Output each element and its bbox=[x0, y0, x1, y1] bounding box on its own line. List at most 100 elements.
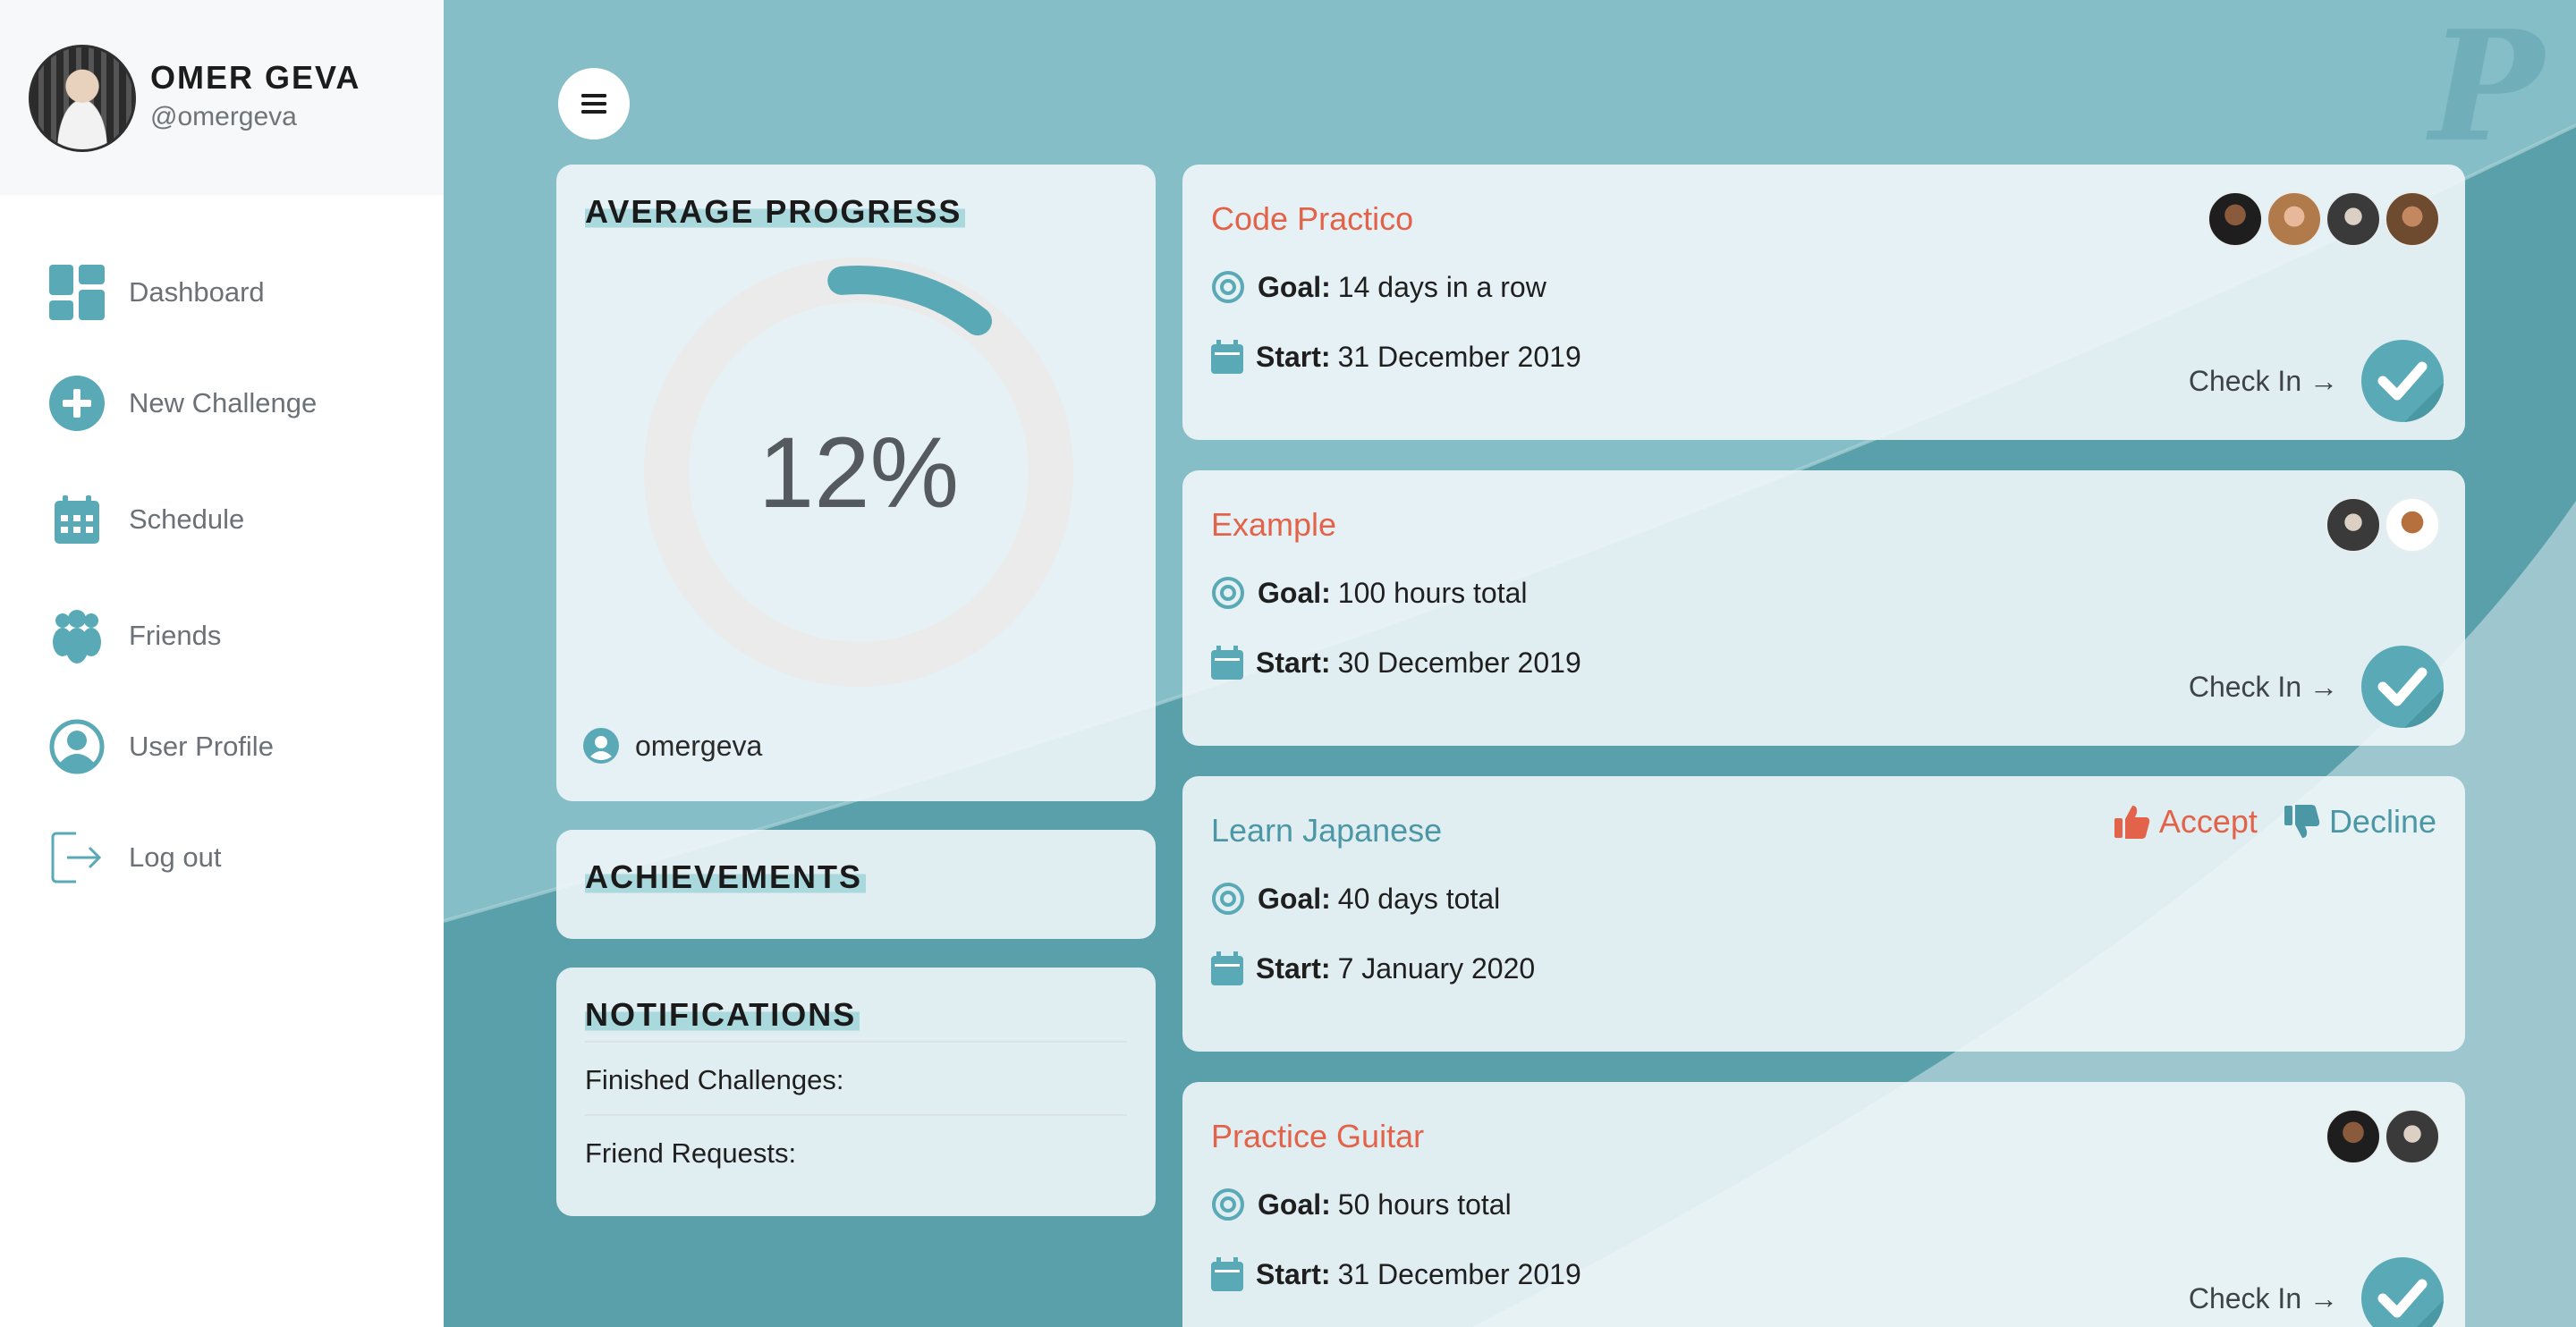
dashboard-icon bbox=[48, 264, 106, 321]
average-progress-heading: AVERAGE PROGRESS bbox=[585, 193, 966, 231]
check-in-label: Check In → bbox=[2188, 1281, 2338, 1314]
sidebar-item-label: User Profile bbox=[129, 731, 274, 762]
goal-value: 50 hours total bbox=[1337, 1188, 1512, 1221]
goal-label: Goal: bbox=[1258, 270, 1331, 303]
challenge-goal: Goal: 50 hours total bbox=[1211, 1188, 1512, 1221]
goal-value: 14 days in a row bbox=[1337, 270, 1546, 303]
member-avatar[interactable] bbox=[2385, 191, 2440, 247]
notifications-heading: NOTIFICATIONS bbox=[585, 996, 860, 1034]
challenge-start: Start: 31 December 2019 bbox=[1211, 1257, 1581, 1291]
sidebar-item-label: New Challenge bbox=[129, 387, 318, 418]
thumbs-up-icon bbox=[2114, 806, 2150, 839]
finished-challenges-row: Finished Challenges: bbox=[585, 1041, 1127, 1096]
challenge-goal: Goal: 40 days total bbox=[1211, 882, 1500, 916]
challenge-start: Start: 31 December 2019 bbox=[1211, 340, 1581, 374]
challenge-members bbox=[2204, 191, 2440, 247]
target-icon bbox=[1212, 577, 1244, 609]
goal-value: 40 days total bbox=[1337, 882, 1501, 915]
check-in-button[interactable]: Check In → bbox=[2189, 1257, 2444, 1327]
sidebar-item-new-challenge[interactable]: New Challenge bbox=[0, 363, 444, 444]
menu-button[interactable] bbox=[558, 68, 630, 139]
progress-owner-name: omergeva bbox=[635, 729, 763, 762]
calendar-icon bbox=[48, 491, 106, 548]
calendar-icon bbox=[1211, 1257, 1243, 1291]
invite-actions: Accept Decline bbox=[2088, 803, 2436, 841]
sidebar-item-user-profile[interactable]: User Profile bbox=[0, 706, 444, 787]
start-label: Start: bbox=[1256, 951, 1331, 985]
challenge-title[interactable]: Practice Guitar bbox=[1211, 1118, 1424, 1155]
target-icon bbox=[1212, 883, 1244, 915]
check-in-button[interactable]: Check In → bbox=[2189, 340, 2444, 422]
start-value: 30 December 2019 bbox=[1337, 646, 1581, 679]
sidebar-item-dashboard[interactable]: Dashboard bbox=[0, 252, 444, 333]
calendar-icon bbox=[1211, 646, 1243, 680]
profile-header: OMER GEVA @omergeva bbox=[0, 0, 444, 195]
main-content: P AVERAGE PROGRESS 12% omergeva ACHIEVEM… bbox=[444, 0, 2576, 1327]
decline-label: Decline bbox=[2328, 803, 2436, 840]
sidebar-item-friends[interactable]: Friends bbox=[0, 596, 444, 676]
goal-label: Goal: bbox=[1258, 882, 1331, 915]
sidebar: OMER GEVA @omergeva Dashboard New Challe… bbox=[0, 0, 444, 1327]
calendar-icon bbox=[1211, 951, 1243, 985]
friend-requests-label: Friend Requests: bbox=[585, 1137, 797, 1169]
challenge-goal: Goal: 100 hours total bbox=[1211, 576, 1527, 610]
start-label: Start: bbox=[1256, 340, 1331, 373]
friends-icon bbox=[48, 607, 106, 664]
target-icon bbox=[1212, 271, 1244, 303]
progress-owner: omergeva bbox=[583, 728, 762, 764]
member-avatar[interactable] bbox=[2326, 1109, 2381, 1164]
challenge-invite-card: Learn Japanese Accept Decline Goal: 40 da… bbox=[1182, 776, 2465, 1052]
challenge-card: Code Practico Goal: 14 days in a row Star… bbox=[1182, 165, 2465, 440]
challenge-title[interactable]: Example bbox=[1211, 506, 1336, 544]
decline-button[interactable]: Decline bbox=[2284, 803, 2436, 841]
profile-handle: @omergeva bbox=[150, 102, 297, 131]
check-in-button[interactable]: Check In → bbox=[2189, 646, 2444, 728]
challenge-goal: Goal: 14 days in a row bbox=[1211, 270, 1546, 304]
thumbs-down-icon bbox=[2284, 805, 2320, 838]
member-avatar[interactable] bbox=[2385, 497, 2440, 553]
sidebar-item-label: Friends bbox=[129, 620, 222, 651]
sidebar-item-label: Log out bbox=[129, 841, 222, 873]
start-value: 7 January 2020 bbox=[1337, 951, 1536, 985]
challenge-title[interactable]: Learn Japanese bbox=[1211, 812, 1442, 849]
checkmark-icon bbox=[2361, 340, 2444, 422]
profile-name: OMER GEVA bbox=[150, 59, 361, 96]
goal-value: 100 hours total bbox=[1337, 576, 1528, 609]
start-value: 31 December 2019 bbox=[1337, 340, 1581, 373]
friend-requests-row: Friend Requests: bbox=[585, 1114, 1127, 1170]
avatar[interactable] bbox=[29, 45, 136, 152]
challenge-card: Practice Guitar Goal: 50 hours total Star… bbox=[1182, 1082, 2465, 1327]
calendar-icon bbox=[1211, 340, 1243, 374]
check-in-label: Check In → bbox=[2188, 364, 2338, 397]
sidebar-item-logout[interactable]: Log out bbox=[0, 817, 444, 898]
member-avatar[interactable] bbox=[2326, 497, 2381, 553]
accept-label: Accept bbox=[2158, 803, 2258, 840]
sidebar-item-schedule[interactable]: Schedule bbox=[0, 479, 444, 560]
average-progress-card: AVERAGE PROGRESS 12% omergeva bbox=[556, 165, 1156, 801]
hamburger-icon bbox=[581, 94, 606, 114]
achievements-heading: ACHIEVEMENTS bbox=[585, 858, 867, 896]
challenge-members bbox=[2322, 497, 2440, 553]
finished-challenges-label: Finished Challenges: bbox=[585, 1064, 844, 1095]
notifications-card: NOTIFICATIONS Finished Challenges: Frien… bbox=[556, 968, 1156, 1216]
challenge-title[interactable]: Code Practico bbox=[1211, 200, 1413, 238]
app-logo: P bbox=[2429, 0, 2544, 176]
start-value: 31 December 2019 bbox=[1337, 1257, 1581, 1290]
member-avatar[interactable] bbox=[2267, 191, 2322, 247]
accept-button[interactable]: Accept bbox=[2114, 803, 2258, 841]
achievements-card: ACHIEVEMENTS bbox=[556, 830, 1156, 939]
member-avatar[interactable] bbox=[2326, 191, 2381, 247]
challenge-start: Start: 7 January 2020 bbox=[1211, 951, 1535, 985]
goal-label: Goal: bbox=[1258, 576, 1331, 609]
plus-circle-icon bbox=[48, 375, 106, 432]
challenge-members bbox=[2322, 1109, 2440, 1164]
member-avatar[interactable] bbox=[2207, 191, 2263, 247]
member-avatar[interactable] bbox=[2385, 1109, 2440, 1164]
checkmark-icon bbox=[2361, 646, 2444, 728]
challenge-start: Start: 30 December 2019 bbox=[1211, 646, 1581, 680]
progress-ring: 12% bbox=[635, 249, 1082, 696]
progress-percent: 12% bbox=[758, 416, 960, 528]
sidebar-item-label: Schedule bbox=[129, 503, 245, 535]
start-label: Start: bbox=[1256, 646, 1331, 679]
checkmark-icon bbox=[2361, 1257, 2444, 1327]
